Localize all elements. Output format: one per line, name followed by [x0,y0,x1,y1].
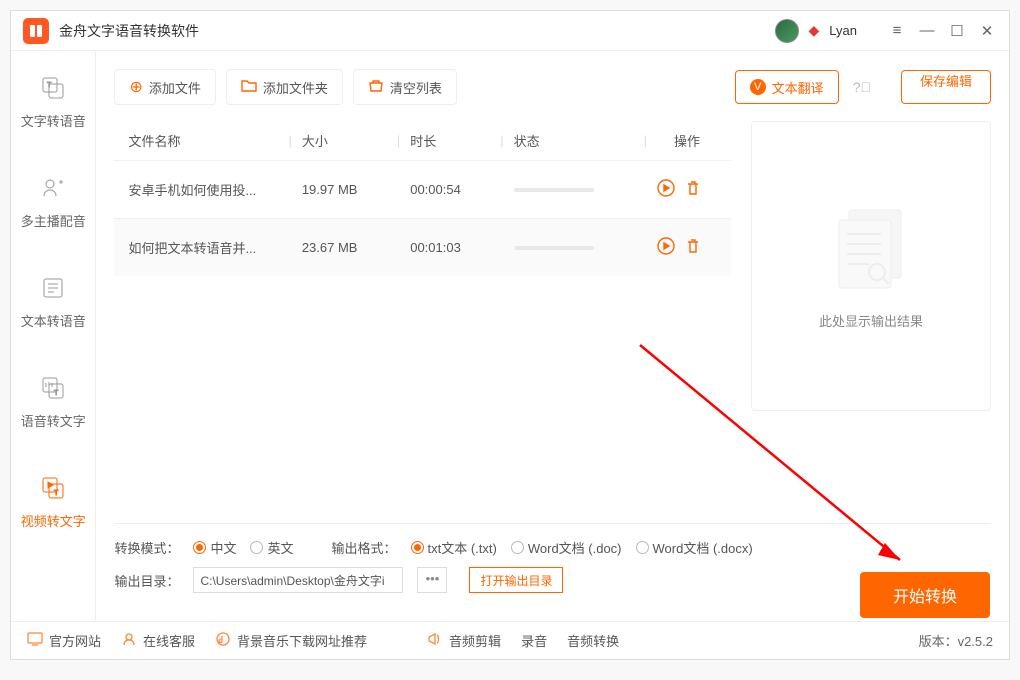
folder-icon [241,78,257,97]
format-label: 输出格式： [331,538,396,557]
tts-icon: T [38,73,68,103]
output-placeholder-text: 此处显示输出结果 [819,311,923,330]
dir-label: 输出目录： [114,571,179,590]
texttts-icon [38,273,68,303]
radio-fmt-doc[interactable]: Word文档 (.doc) [511,538,622,557]
radio-fmt-txt[interactable]: txt文本 (.txt) [411,538,497,557]
avatar[interactable] [775,19,799,43]
clear-list-button[interactable]: 清空列表 [353,69,457,105]
sb-bgm[interactable]: 背景音乐下载网址推荐 [215,631,367,650]
svg-text:T: T [54,390,59,397]
mode-label: 转换模式： [114,538,179,557]
vip-icon: ◆ [809,22,820,39]
output-path-input[interactable] [193,567,403,593]
plus-circle-icon: ⊕ [129,77,142,97]
minimize-button[interactable]: — [917,21,937,41]
sb-audioconvert[interactable]: 音频转换 [567,631,619,650]
basket-icon [368,78,384,97]
statusbar: 官方网站 在线客服 背景音乐下载网址推荐 音频剪辑 录音 音频转换 版本：v2.… [11,621,1009,659]
document-icon [831,202,911,297]
stt-icon: T [38,373,68,403]
sb-support[interactable]: 在线客服 [121,631,195,650]
browse-button[interactable]: ••• [417,567,447,593]
sidebar-item-stt[interactable]: T 语音转文字 [11,351,95,451]
start-convert-button[interactable]: 开始转换 [860,572,990,618]
play-icon[interactable] [657,237,675,258]
open-dir-button[interactable]: 打开输出目录 [469,567,563,593]
headset-icon [121,631,137,650]
close-button[interactable]: ✕ [977,21,997,41]
help-icon[interactable]: ?⃝ [853,79,871,95]
sidebar-item-texttts[interactable]: 文本转语音 [11,251,95,351]
col-size: 大小 [302,131,397,150]
app-logo [23,18,49,44]
add-file-button[interactable]: ⊕添加文件 [114,69,215,105]
trash-icon[interactable] [685,238,701,257]
radio-fmt-docx[interactable]: Word文档 (.docx) [636,538,753,557]
file-list: 文件名称 | 大小 | 时长 | 状态 | 操作 安卓手机如何使用投... | … [114,121,731,513]
titlebar: 金舟文字语音转换软件 ◆ Lyan ≡ — ☐ ✕ [11,11,1009,51]
add-folder-button[interactable]: 添加文件夹 [226,69,343,105]
sidebar-item-label: 语音转文字 [21,411,86,430]
sidebar-item-label: 多主播配音 [21,211,86,230]
multianchor-icon [38,173,68,203]
table-row[interactable]: 如何把文本转语音并... | 23.67 MB | 00:01:03 | | [114,218,731,276]
version-info: 版本：v2.5.2 [919,631,993,650]
maximize-button[interactable]: ☐ [947,21,967,41]
sidebar-item-tts[interactable]: T 文字转语音 [11,51,95,151]
play-icon[interactable] [657,179,675,200]
table-header: 文件名称 | 大小 | 时长 | 状态 | 操作 [114,121,731,160]
radio-mode-cn[interactable]: 中文 [193,538,236,557]
sidebar-item-videott[interactable]: T 视频转文字 [11,451,95,551]
app-title: 金舟文字语音转换软件 [59,21,199,41]
trash-icon[interactable] [685,180,701,199]
progress-bar [514,188,594,192]
sidebar-item-label: 文本转语音 [21,311,86,330]
monitor-icon [27,632,43,649]
svg-text:T: T [47,82,52,89]
col-action: 操作 [657,131,717,150]
sb-audiocut[interactable]: 音频剪辑 [427,631,501,650]
col-name: 文件名称 [128,131,288,150]
save-edit-button[interactable]: 保存编辑 [901,70,991,104]
toolbar: ⊕添加文件 添加文件夹 清空列表 V文本翻译 ?⃝ 保存编辑 [114,69,991,105]
music-icon [215,631,231,650]
sidebar-item-label: 视频转文字 [21,511,86,530]
sidebar-item-multianchor[interactable]: 多主播配音 [11,151,95,251]
progress-bar [514,246,594,250]
sb-site[interactable]: 官方网站 [27,631,101,650]
col-status: 状态 [514,131,644,150]
text-translate-button[interactable]: V文本翻译 [735,70,839,104]
sidebar: T 文字转语音 多主播配音 文本转语音 T 语音转文字 T 视频转文字 [11,51,96,621]
videott-icon: T [38,473,68,503]
radio-mode-en[interactable]: 英文 [250,538,293,557]
table-row[interactable]: 安卓手机如何使用投... | 19.97 MB | 00:00:54 | | [114,160,731,218]
megaphone-icon [427,632,443,649]
menu-button[interactable]: ≡ [887,21,907,41]
username: Lyan [829,23,857,38]
output-panel: 此处显示输出结果 [751,121,991,411]
v-badge-icon: V [750,79,766,95]
sb-record[interactable]: 录音 [521,631,547,650]
sidebar-item-label: 文字转语音 [21,111,86,130]
col-duration: 时长 [410,131,500,150]
svg-text:T: T [54,490,59,497]
